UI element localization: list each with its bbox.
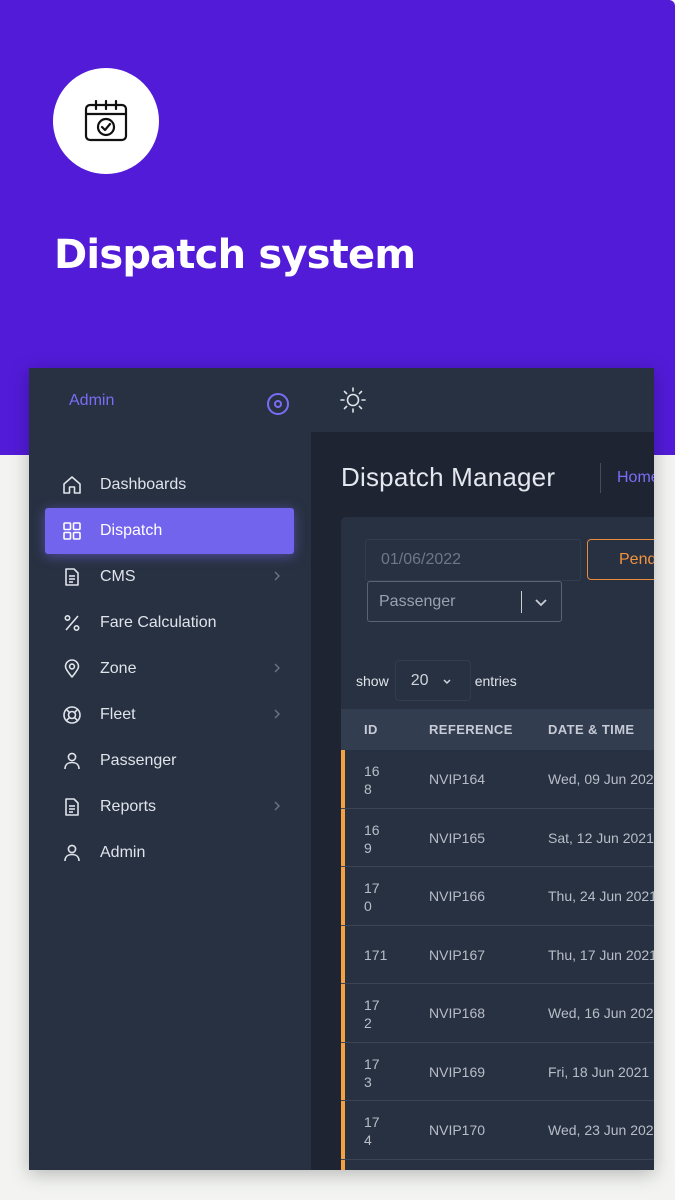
- sidebar: Admin Dashboards Dispatch CMS Fare Calcu…: [29, 368, 311, 1170]
- cell-reference: NVIP164: [429, 771, 486, 787]
- cell-id: 169: [364, 821, 380, 856]
- cell-date-time: Wed, 23 Jun 2021: [548, 1122, 654, 1138]
- cell-reference: NVIP165: [429, 829, 486, 846]
- sidebar-item-zone[interactable]: Zone: [45, 646, 294, 692]
- date-input[interactable]: 01/06/2022: [365, 539, 581, 581]
- main-content: Dispatch Manager Home 01/06/2022 Pending…: [311, 432, 654, 1170]
- cell-id: 170: [364, 880, 380, 914]
- chevron-right-icon: [270, 707, 284, 721]
- column-header-date-time[interactable]: DATE & TIME: [548, 722, 635, 737]
- pending-button[interactable]: Pending: [587, 539, 654, 580]
- sidebar-item-admin[interactable]: Admin: [45, 830, 294, 876]
- status-indicator: [341, 808, 345, 866]
- sidebar-toggle-icon[interactable]: [267, 393, 289, 415]
- app-window: Admin Dashboards Dispatch CMS Fare Calcu…: [29, 368, 654, 1170]
- sidebar-item-passenger[interactable]: Passenger: [45, 738, 294, 784]
- calendar-check-icon: [84, 99, 128, 142]
- cell-id: 168: [364, 763, 380, 797]
- sidebar-item-label: Fare Calculation: [100, 614, 217, 631]
- type-select[interactable]: Passenger: [367, 581, 562, 622]
- select-separator: [521, 591, 522, 613]
- table-row[interactable]: 171 NVIP167 Thu, 17 Jun 2021: [341, 925, 654, 984]
- document-icon: [61, 566, 83, 588]
- percent-icon: [61, 612, 83, 634]
- table-row[interactable]: 174 NVIP170 Wed, 23 Jun 2021: [341, 1101, 654, 1160]
- lifebuoy-icon: [61, 704, 83, 726]
- cell-date-time: Wed, 09 Jun 2021: [548, 771, 654, 787]
- sidebar-item-label: Dispatch: [100, 522, 163, 539]
- sidebar-item-dashboards[interactable]: Dashboards: [45, 462, 294, 508]
- sidebar-item-fare-calculation[interactable]: Fare Calculation: [45, 600, 294, 646]
- status-indicator: [341, 1159, 345, 1170]
- document-icon: [61, 796, 83, 818]
- cell-reference: NVIP166: [429, 888, 486, 904]
- entries-value: 20: [410, 671, 429, 689]
- map-pin-icon: [61, 658, 83, 680]
- hero-title: Dispatch system: [54, 232, 416, 278]
- status-indicator: [341, 925, 345, 983]
- table-row[interactable]: 173 NVIP169 Fri, 18 Jun 2021: [341, 1042, 654, 1101]
- cell-id: 171: [364, 946, 388, 963]
- cell-date-time: Fri, 18 Jun 2021: [548, 1063, 650, 1080]
- sidebar-item-label: Fleet: [100, 706, 136, 723]
- page-title: Dispatch Manager: [341, 462, 556, 492]
- status-indicator: [341, 984, 345, 1042]
- table-row[interactable]: 168 NVIP164 Wed, 09 Jun 2021: [341, 750, 654, 809]
- table-row[interactable]: 169 NVIP165 Sat, 12 Jun 2021: [341, 808, 654, 867]
- show-label: show: [356, 672, 389, 689]
- brand-label: Admin: [69, 392, 115, 409]
- table-row[interactable]: 170 NVIP166 Thu, 24 Jun 2021: [341, 867, 654, 926]
- sidebar-item-label: Zone: [100, 660, 137, 677]
- sidebar-item-label: Passenger: [100, 752, 177, 769]
- type-select-value: Passenger: [379, 592, 456, 610]
- chevron-down-icon: [443, 679, 451, 685]
- cell-id: 172: [364, 997, 380, 1031]
- column-header-id[interactable]: ID: [364, 722, 378, 737]
- table-row[interactable]: [341, 1159, 654, 1170]
- sun-icon[interactable]: [339, 386, 367, 414]
- chevron-down-icon: [535, 599, 547, 607]
- cell-date-time: Sat, 12 Jun 2021: [548, 829, 654, 846]
- entries-select[interactable]: 20: [394, 660, 471, 701]
- title-divider: [600, 463, 601, 493]
- entries-control: show 20 entries: [356, 660, 517, 701]
- breadcrumb-home[interactable]: Home: [617, 469, 654, 487]
- sidebar-item-label: CMS: [100, 568, 136, 585]
- cell-date-time: Wed, 16 Jun 2021: [548, 1005, 654, 1021]
- sidebar-item-reports[interactable]: Reports: [45, 784, 294, 830]
- status-indicator: [341, 750, 345, 808]
- sidebar-item-label: Admin: [100, 844, 146, 861]
- cell-reference: NVIP168: [429, 1005, 486, 1021]
- grid-icon: [61, 520, 83, 542]
- entries-label: entries: [474, 672, 517, 689]
- chevron-right-icon: [270, 569, 284, 583]
- column-header-reference[interactable]: REFERENCE: [429, 722, 513, 737]
- cell-id: 174: [364, 1114, 380, 1148]
- chevron-right-icon: [270, 799, 284, 813]
- top-bar: [311, 368, 654, 432]
- cell-reference: NVIP169: [429, 1063, 486, 1080]
- cell-date-time: Thu, 24 Jun 2021: [548, 888, 654, 904]
- status-indicator: [341, 867, 345, 925]
- cell-date-time: Thu, 17 Jun 2021: [548, 946, 654, 963]
- sidebar-item-cms[interactable]: CMS: [45, 554, 294, 600]
- dispatch-table: ID REFERENCE DATE & TIME 168 NVIP164 Wed…: [341, 709, 654, 1170]
- user-icon: [61, 750, 83, 772]
- cell-reference: NVIP167: [429, 946, 486, 963]
- cell-id: 173: [364, 1055, 380, 1090]
- home-icon: [61, 474, 83, 496]
- status-indicator: [341, 1101, 345, 1159]
- user-icon: [61, 842, 83, 864]
- dispatch-card: 01/06/2022 Pending Passenger show 20 ent…: [341, 517, 654, 1170]
- chevron-right-icon: [270, 661, 284, 675]
- sidebar-item-fleet[interactable]: Fleet: [45, 692, 294, 738]
- table-header: ID REFERENCE DATE & TIME: [341, 709, 654, 750]
- sidebar-item-label: Dashboards: [100, 476, 187, 493]
- status-indicator: [341, 1042, 345, 1100]
- table-row[interactable]: 172 NVIP168 Wed, 16 Jun 2021: [341, 984, 654, 1043]
- sidebar-item-label: Reports: [100, 798, 157, 815]
- sidebar-item-dispatch[interactable]: Dispatch: [45, 508, 294, 554]
- hero-icon-circle: [53, 68, 159, 174]
- cell-reference: NVIP170: [429, 1122, 486, 1138]
